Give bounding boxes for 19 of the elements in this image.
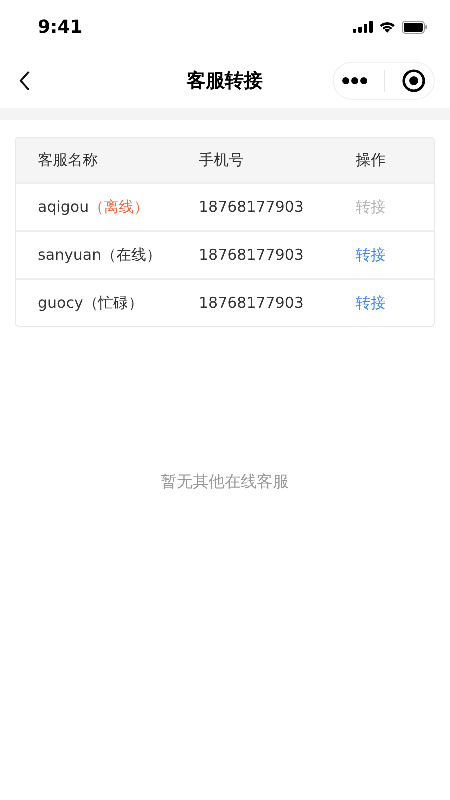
agent-name: aqigou（离线） <box>37 198 150 216</box>
empty-message: 暂无其他在线客服 <box>160 472 290 493</box>
column-header: 操作 <box>356 150 386 170</box>
page-title: 客服转接 <box>186 69 264 94</box>
column-header: 客服名称 <box>37 150 99 170</box>
wifi-icon <box>379 21 396 33</box>
transfer-link[interactable]: 转接 <box>356 294 386 312</box>
signal-icon <box>353 21 373 33</box>
column-header: 手机号 <box>199 150 245 170</box>
transfer-link[interactable]: 转接 <box>356 246 386 264</box>
agent-name: sanyuan（在线） <box>37 246 163 264</box>
status-time: 9:41 <box>38 16 83 38</box>
battery-icon <box>402 20 428 34</box>
phone-number: 18768177903 <box>199 246 305 264</box>
phone-number: 18768177903 <box>199 198 305 216</box>
phone-number: 18768177903 <box>199 294 305 312</box>
agent-name: guocy（忙碌） <box>37 294 144 312</box>
back-icon[interactable] <box>19 71 31 91</box>
more-icon[interactable] <box>342 77 368 85</box>
